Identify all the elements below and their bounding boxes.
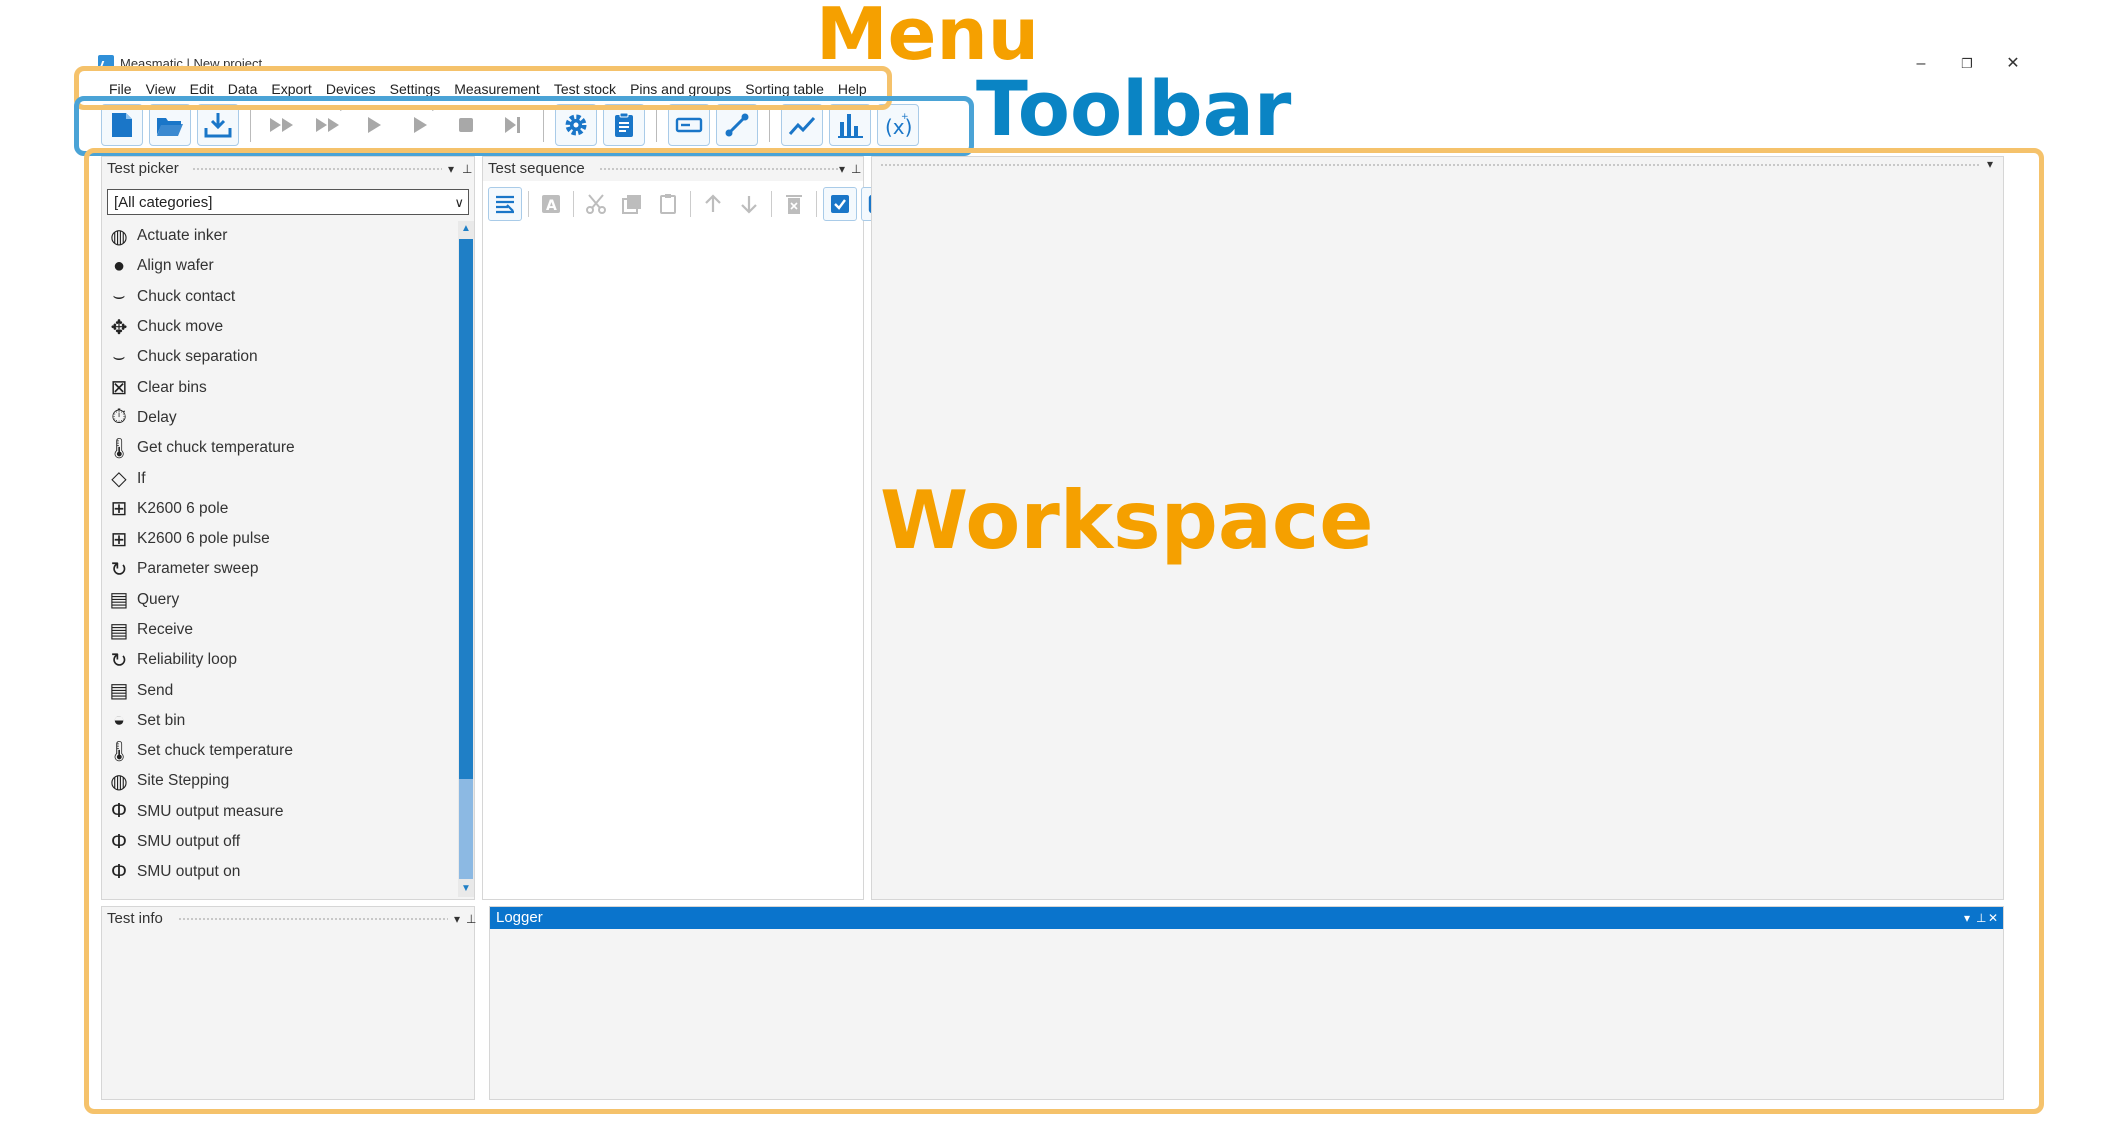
workspace-annotation-box: [84, 148, 2044, 1114]
minimize-button[interactable]: –: [1898, 52, 1944, 76]
workspace-annotation-label: Workspace: [880, 474, 1374, 567]
toolbar-annotation-box: [74, 96, 974, 156]
restore-button[interactable]: ❐: [1944, 52, 1990, 76]
toolbar-annotation-label: Toolbar: [976, 64, 1292, 153]
close-button[interactable]: ✕: [1990, 52, 2036, 76]
